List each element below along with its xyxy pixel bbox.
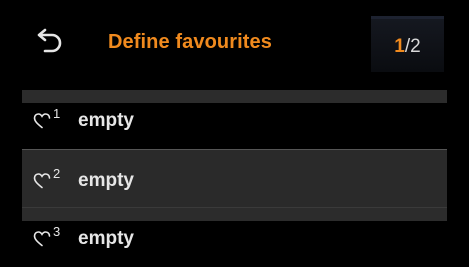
page-title: Define favourites (108, 31, 272, 53)
favourite-label: empty (78, 110, 134, 131)
favourite-item-3[interactable]: 3 empty (22, 208, 447, 267)
page-current: 1 (394, 36, 405, 57)
heart-outline-icon (33, 173, 51, 189)
back-button[interactable] (28, 22, 74, 58)
favourite-number: 1 (53, 106, 61, 121)
favourite-item-2[interactable]: 2 empty (22, 149, 447, 208)
row-divider (22, 208, 447, 221)
back-arrow-icon (37, 28, 62, 53)
heart-outline-icon (33, 231, 51, 247)
favourites-list: 1 empty 2 empty 3 empty (22, 90, 447, 267)
row-divider (22, 90, 447, 103)
row-divider (22, 150, 447, 163)
page-total: 2 (410, 36, 421, 57)
favourite-label: empty (78, 228, 134, 249)
favourite-item-1[interactable]: 1 empty (22, 90, 447, 149)
page-indicator: 1/2 (371, 16, 444, 72)
heart-outline-icon (33, 113, 51, 129)
header-bar: Define favourites 1/2 (0, 0, 469, 90)
favourite-label: empty (78, 170, 134, 191)
favourite-number: 3 (53, 224, 61, 239)
favourite-number: 2 (53, 166, 61, 181)
